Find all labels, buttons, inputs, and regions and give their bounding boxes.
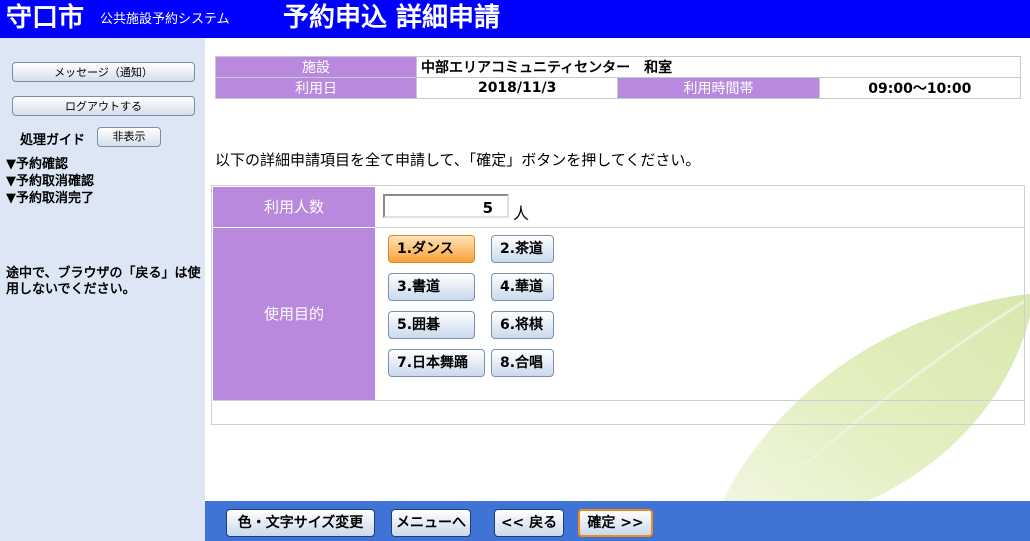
time-label: 利用時間帯 [617,77,820,99]
purpose-dance-button[interactable]: 1.ダンス [388,235,475,263]
confirm-button[interactable]: 確定 >> [578,509,653,537]
purpose-tea-ceremony-button[interactable]: 2.茶道 [491,235,554,263]
purpose-calligraphy-button[interactable]: 3.書道 [388,273,475,301]
system-name: 公共施設予約システム [100,12,230,27]
facility-label: 施設 [215,56,417,78]
color-text-size-button[interactable]: 色・文字サイズ変更 [226,509,375,537]
guide-item-cancel-complete: ▼予約取消完了 [6,191,94,206]
detail-form: 利用人数 5 人 使用目的 1.ダンス 2.茶道 3.書道 4.華道 5.囲碁 … [211,185,1025,425]
page-title: 予約申込 詳細申請 [283,3,501,33]
date-value: 2018/11/3 [415,77,619,99]
count-label: 利用人数 [213,187,375,227]
reservation-info-table: 施設 中部エリアコミュニティセンター 和室 利用日 2018/11/3 利用時間… [215,56,1022,99]
row-divider [375,227,1024,228]
message-button[interactable]: メッセージ（通知） [12,62,195,82]
row-divider-bottom [213,400,1024,401]
logout-button[interactable]: ログアウトする [12,96,195,116]
footer-bar: 色・文字サイズ変更 メニューへ << 戻る 確定 >> [205,501,1030,541]
time-value: 09:00～10:00 [818,77,1022,99]
instruction-text: 以下の詳細申請項目を全て申請して、「確定」ボタンを押してください。 [215,151,701,169]
purpose-label: 使用目的 [213,228,375,400]
purpose-chorus-button[interactable]: 8.合唱 [491,349,554,377]
purpose-shogi-button[interactable]: 6.将棋 [491,311,554,339]
purpose-japanese-dance-button[interactable]: 7.日本舞踊 [388,349,485,377]
hide-guide-button[interactable]: 非表示 [97,127,161,147]
purpose-go-button[interactable]: 5.囲碁 [388,311,475,339]
facility-value: 中部エリアコミュニティセンター 和室 [416,56,1021,78]
back-button-warning: 途中で、ブラウザの「戻る」は使用しないでください。 [6,266,201,297]
guide-label: 処理ガイド [20,133,86,148]
purpose-flower-arrangement-button[interactable]: 4.華道 [491,273,554,301]
back-button[interactable]: << 戻る [494,509,564,537]
count-unit: 人 [513,204,530,223]
count-input[interactable]: 5 [383,194,509,218]
sidebar: メッセージ（通知） ログアウトする 処理ガイド 非表示 ▼予約確認 ▼予約取消確… [0,38,205,541]
date-label: 利用日 [215,77,417,99]
main-content: 施設 中部エリアコミュニティセンター 和室 利用日 2018/11/3 利用時間… [205,38,1030,541]
header-bar: 守口市 公共施設予約システム 予約申込 詳細申請 [0,0,1030,38]
city-name: 守口市 [6,3,85,33]
menu-button[interactable]: メニューへ [391,509,471,537]
